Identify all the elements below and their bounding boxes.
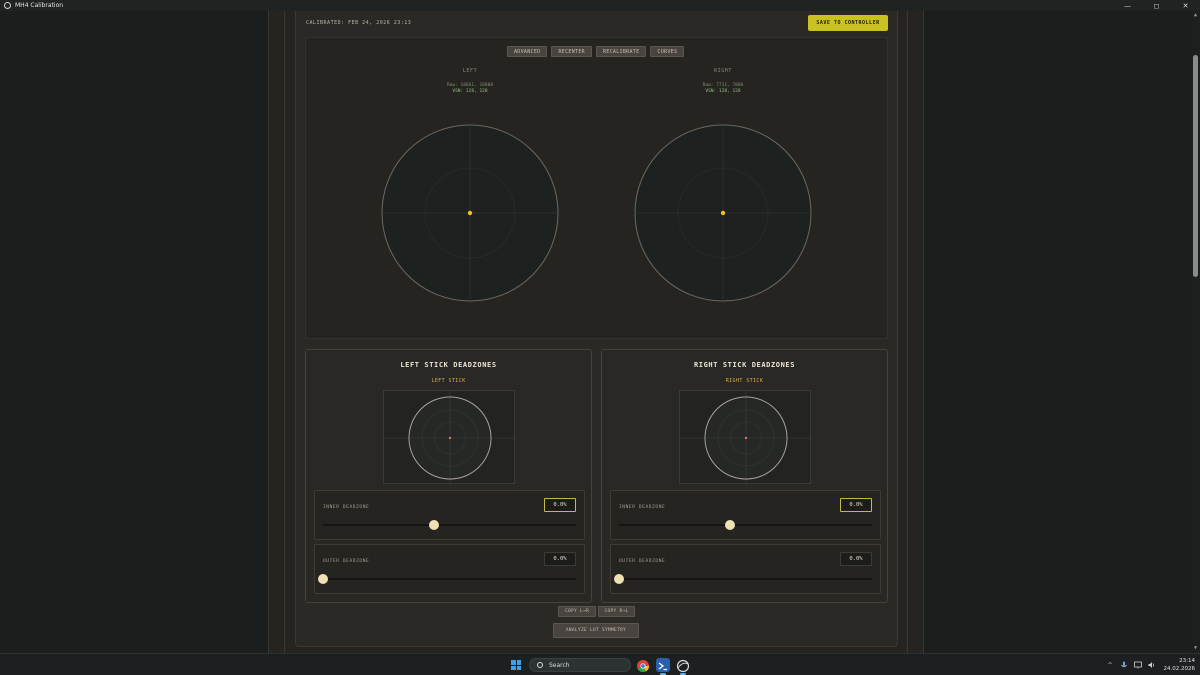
maximize-button[interactable]: ◻: [1142, 0, 1171, 11]
right-outer-deadzone-value[interactable]: 0.0%: [840, 552, 872, 566]
left-outer-deadzone-track[interactable]: [318, 574, 576, 584]
chrome-glyph: [637, 660, 650, 673]
globe-glyph: [676, 659, 690, 673]
recenter-button[interactable]: RECENTER: [551, 46, 592, 57]
taskbar: Search ^ 23:14 24.02.2026: [0, 653, 1200, 675]
left-deadzone-card: LEFT STICK DEADZONES LEFT STICK INNER DE…: [305, 349, 592, 603]
curves-button[interactable]: CURVES: [650, 46, 685, 57]
terminal-icon[interactable]: [656, 658, 670, 675]
left-stick-vsn: VSN: 128, 128: [452, 89, 488, 94]
app-icon: [4, 2, 11, 9]
right-deadzone-title: RIGHT STICK DEADZONES: [693, 361, 796, 369]
left-outer-deadzone-value[interactable]: 0.0%: [544, 552, 576, 566]
left-inner-deadzone-label: INNER DEADZONE: [323, 505, 370, 510]
right-preview-center-dot: [744, 436, 748, 440]
right-stick-position-dot: [720, 210, 726, 216]
clock-date: 24.02.2026: [1163, 666, 1196, 672]
right-deadzone-card: RIGHT STICK DEADZONES RIGHT STICK INNER …: [601, 349, 888, 603]
minimize-button[interactable]: —: [1113, 0, 1142, 11]
right-deadzone-subtitle: RIGHT STICK: [725, 378, 764, 384]
right-outer-deadzone-control: OUTER DEADZONE 0.0%: [610, 544, 881, 594]
right-stick-raw: Raw: 7711, 7806: [702, 83, 744, 88]
calibration-toolbar: ADVANCED RECENTER RECALIBRATE CURVES: [507, 46, 685, 57]
chevron-up-icon[interactable]: ^: [1106, 661, 1114, 669]
system-tray: ^: [1106, 654, 1162, 675]
start-button[interactable]: [511, 660, 521, 670]
volume-icon[interactable]: [1148, 661, 1156, 669]
system-clock[interactable]: 23:14 24.02.2026: [1164, 657, 1196, 673]
left-deadzone-title: LEFT STICK DEADZONES: [400, 361, 497, 369]
copy-left-to-right-button[interactable]: COPY L→R: [558, 606, 596, 617]
left-deadzone-subtitle: LEFT STICK: [431, 378, 466, 384]
left-stick-label: LEFT: [462, 68, 478, 74]
right-stick-visualizer: [634, 124, 812, 302]
network-icon[interactable]: [1134, 661, 1142, 669]
page-scrollbar[interactable]: ▲ ▼: [1191, 11, 1200, 653]
right-inner-deadzone-thumb[interactable]: [725, 520, 736, 530]
right-outer-deadzone-label: OUTER DEADZONE: [619, 559, 666, 564]
left-inner-deadzone-track[interactable]: [323, 520, 576, 530]
left-inner-deadzone-value[interactable]: 0.0%: [544, 498, 576, 512]
calibrated-timestamp: CALIBRATED: FEB 24, 2026 23:13: [306, 20, 412, 26]
window-title: MH4 Calibration: [15, 2, 64, 9]
right-stick-vsn: VSN: 128, 128: [705, 89, 741, 94]
right-outer-deadzone-track[interactable]: [614, 574, 872, 584]
left-deadzone-preview: [383, 390, 516, 485]
left-inner-deadzone-control: INNER DEADZONE 0.0%: [314, 490, 585, 540]
taskbar-search[interactable]: Search: [529, 658, 631, 672]
left-outer-deadzone-control: OUTER DEADZONE 0.0%: [314, 544, 585, 594]
left-stick-raw: Raw: 18661, 16808: [446, 83, 494, 88]
scroll-up-arrow[interactable]: ▲: [1191, 11, 1200, 20]
chrome-icon[interactable]: [636, 658, 650, 673]
analyze-lut-symmetry-button[interactable]: ANALYZE LUT SYMMETRY: [553, 623, 639, 638]
right-deadzone-preview: [679, 390, 812, 485]
right-outer-deadzone-thumb[interactable]: [614, 574, 624, 584]
window-controls: — ◻ ✕: [1113, 0, 1200, 11]
right-deadzone-preview-graphic: [680, 391, 812, 485]
left-inner-deadzone-thumb[interactable]: [429, 520, 440, 530]
recalibrate-button[interactable]: RECALIBRATE: [595, 46, 647, 57]
right-inner-deadzone-label: INNER DEADZONE: [619, 505, 666, 510]
search-label: Search: [549, 661, 570, 669]
search-icon: [537, 662, 543, 668]
browser-app-icon[interactable]: [676, 658, 690, 675]
window-titlebar: MH4 Calibration — ◻ ✕: [0, 0, 1200, 11]
save-to-controller-button[interactable]: SAVE TO CONTROLLER: [808, 15, 888, 31]
right-inner-deadzone-track[interactable]: [619, 520, 872, 530]
scrollbar-thumb[interactable]: [1193, 55, 1198, 277]
left-outer-deadzone-thumb[interactable]: [318, 574, 328, 584]
left-stick-position-dot: [467, 210, 473, 216]
advanced-button[interactable]: ADVANCED: [507, 46, 548, 57]
clock-time: 23:14: [1179, 658, 1195, 664]
close-button[interactable]: ✕: [1171, 0, 1200, 11]
left-deadzone-preview-graphic: [384, 391, 516, 485]
right-inner-deadzone-value[interactable]: 0.0%: [840, 498, 872, 512]
microphone-icon[interactable]: [1120, 661, 1128, 669]
right-inner-deadzone-control: INNER DEADZONE 0.0%: [610, 490, 881, 540]
scroll-down-arrow[interactable]: ▼: [1191, 644, 1200, 653]
left-stick-visualizer: [381, 124, 559, 302]
terminal-glyph: [658, 662, 667, 671]
copy-right-to-left-button[interactable]: COPY R→L: [598, 606, 635, 617]
right-stick-label: RIGHT: [713, 68, 733, 74]
left-outer-deadzone-label: OUTER DEADZONE: [323, 559, 370, 564]
left-preview-center-dot: [448, 436, 452, 440]
